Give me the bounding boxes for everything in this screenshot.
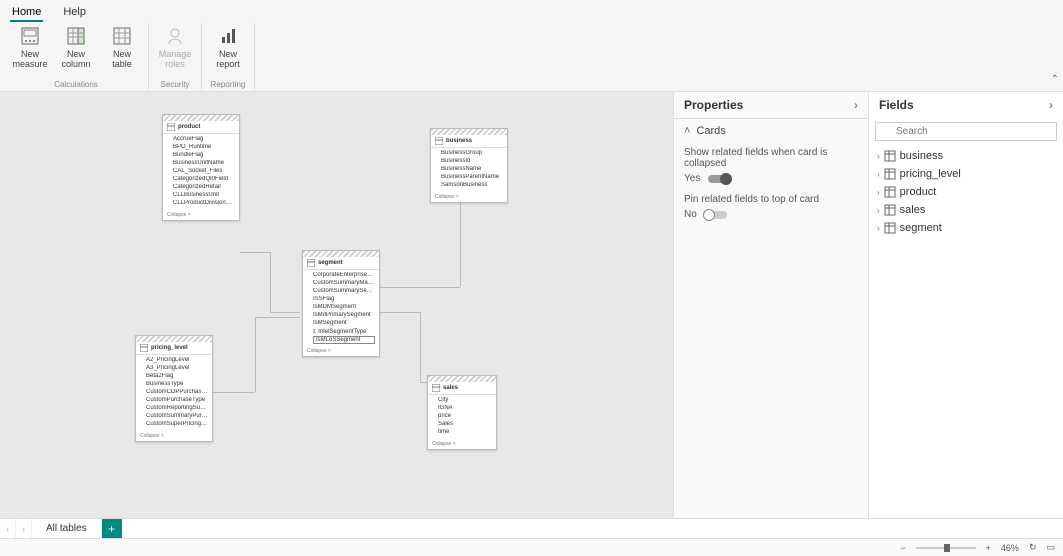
chevron-right-icon: › (877, 206, 880, 215)
measure-icon (21, 25, 39, 47)
ribbon-collapse-icon[interactable]: ⌃ (1051, 74, 1059, 85)
zoom-percentage: 46% (1001, 543, 1019, 553)
field-item-business[interactable]: › business (869, 147, 1063, 165)
model-canvas[interactable]: product AccrueFlag BPO_Runtime BundleFla… (0, 92, 673, 518)
ribbon-group-label: Reporting (211, 80, 246, 91)
chevron-right-icon: › (877, 224, 880, 233)
table-icon (884, 186, 896, 198)
status-bar: − + 46% ↻ ▭ (0, 538, 1063, 556)
ribbon-group-security: Manage roles Security (149, 23, 202, 91)
ribbon-group-label: Security (161, 80, 190, 91)
menu-help[interactable]: Help (63, 6, 86, 18)
new-report-button[interactable]: New report (208, 25, 248, 69)
card-collapse[interactable]: Collapse ˄ (163, 210, 239, 220)
zoom-out-button[interactable]: − (900, 543, 905, 553)
fullscreen-button[interactable]: ▭ (1046, 542, 1055, 553)
menu-home[interactable]: Home (12, 6, 41, 18)
tab-next-button[interactable]: › (16, 519, 32, 538)
table-icon (884, 150, 896, 162)
fields-panel: Fields › 🔍 › business › pricing_level › (868, 92, 1063, 518)
field-item-sales[interactable]: › sales (869, 201, 1063, 219)
properties-section-cards[interactable]: ˄ Cards (674, 119, 868, 143)
card-segment[interactable]: segment CorporateEnterpriseFlag CustomSu… (302, 250, 380, 357)
properties-panel: Properties › ˄ Cards Show related fields… (673, 92, 868, 518)
fit-to-page-button[interactable]: ↻ (1029, 542, 1037, 553)
field-item-segment[interactable]: › segment (869, 219, 1063, 237)
card-product[interactable]: product AccrueFlag BPO_Runtime BundleFla… (162, 114, 240, 221)
table-icon (113, 25, 131, 47)
roles-icon (166, 25, 184, 47)
field-item-product[interactable]: › product (869, 183, 1063, 201)
manage-roles-button[interactable]: Manage roles (155, 25, 195, 69)
card-business[interactable]: business BusinessGroup BusinessId Busine… (430, 128, 508, 203)
chevron-right-icon: › (877, 170, 880, 179)
toggle-pin-fields[interactable] (705, 211, 727, 219)
card-collapse[interactable]: Collapse ˄ (303, 346, 379, 356)
ribbon-group-label: Calculations (54, 80, 98, 91)
chevron-right-icon[interactable]: › (1049, 98, 1053, 112)
ribbon-group-calculations: New measure New column New table Calcula… (4, 23, 149, 91)
card-pricing-level[interactable]: pricing_level A2_PricingLevel A3_Pricing… (135, 335, 213, 442)
card-collapse[interactable]: Collapse ˄ (136, 431, 212, 441)
chevron-up-icon: ˄ (684, 125, 690, 137)
ribbon: New measure New column New table Calcula… (0, 22, 1063, 92)
toggle-related-fields[interactable] (708, 175, 730, 183)
card-sales[interactable]: sales City IGNA price Sales time Collaps… (427, 375, 497, 450)
chevron-right-icon: › (877, 188, 880, 197)
tab-bar: ‹ › All tables + (0, 518, 1063, 538)
tab-all-tables[interactable]: All tables (32, 519, 102, 538)
chevron-right-icon: › (877, 152, 880, 161)
tab-prev-button[interactable]: ‹ (0, 519, 16, 538)
card-collapse[interactable]: Collapse ˄ (431, 192, 507, 202)
ribbon-group-reporting: New report Reporting (202, 23, 255, 91)
field-item-pricing-level[interactable]: › pricing_level (869, 165, 1063, 183)
chevron-right-icon[interactable]: › (854, 98, 858, 112)
tab-add-button[interactable]: + (102, 519, 122, 538)
zoom-slider[interactable] (916, 547, 976, 549)
fields-title: Fields (879, 98, 914, 112)
card-body: City IGNA price Sales time (428, 395, 496, 439)
toggle-value-yes: Yes (684, 173, 700, 184)
card-body: A2_PricingLevel A3_PricingLevel Beta2Fla… (136, 355, 212, 431)
fields-search-input[interactable] (875, 122, 1057, 141)
card-body: AccrueFlag BPO_Runtime BundleFlag Busine… (163, 134, 239, 210)
new-column-button[interactable]: New column (56, 25, 96, 69)
card-collapse[interactable]: Collapse ˄ (428, 439, 496, 449)
table-icon (884, 204, 896, 216)
table-icon (884, 222, 896, 234)
table-icon (884, 168, 896, 180)
report-icon (219, 25, 237, 47)
column-icon (67, 25, 85, 47)
new-table-button[interactable]: New table (102, 25, 142, 69)
toggle-value-no: No (684, 209, 697, 220)
prop-pin-label: Pin related fields to top of card (684, 194, 858, 205)
new-measure-button[interactable]: New measure (10, 25, 50, 69)
zoom-in-button[interactable]: + (986, 543, 991, 553)
properties-title: Properties (684, 98, 743, 112)
card-body: BusinessGroup BusinessId BusinessName Bu… (431, 148, 507, 192)
card-body: CorporateEnterpriseFlag CustomSummaryMar… (303, 270, 379, 346)
menu-bar: Home Help (0, 0, 1063, 22)
prop-related-label: Show related fields when card is collaps… (684, 147, 858, 169)
